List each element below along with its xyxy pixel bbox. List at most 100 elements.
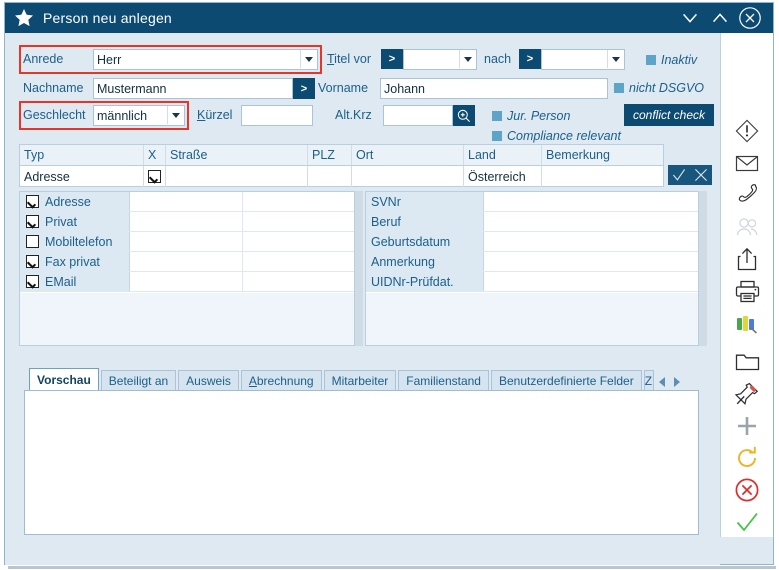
anrede-combo[interactable] xyxy=(93,49,318,70)
col-plz: PLZ xyxy=(308,145,352,166)
conflict-check-button[interactable]: conflict check xyxy=(624,104,715,126)
folder-icon[interactable] xyxy=(727,346,767,378)
chevron-down-icon[interactable] xyxy=(300,50,317,68)
contact-value1[interactable] xyxy=(130,232,243,251)
detail-value[interactable] xyxy=(484,272,698,291)
compliance-relevant-checkbox[interactable]: Compliance relevant xyxy=(492,129,621,143)
users-icon[interactable] xyxy=(727,211,767,243)
contact-value2[interactable] xyxy=(243,192,354,211)
nach-button[interactable]: > xyxy=(519,49,541,69)
detail-label: Geburtsdatum xyxy=(366,232,484,251)
list-item[interactable]: Privat xyxy=(20,212,354,232)
jur-person-label: Jur. Person xyxy=(507,109,571,123)
cell-land[interactable]: Österreich xyxy=(464,166,542,187)
alt-krz-input[interactable] xyxy=(383,105,453,126)
list-item[interactable]: Geburtsdatum xyxy=(366,232,698,252)
magnifier-icon[interactable] xyxy=(453,105,475,126)
plus-icon[interactable] xyxy=(727,410,767,442)
contact-value1[interactable] xyxy=(130,212,243,231)
contacts-panel: Adresse Privat Mobiltelefon Fax privat E… xyxy=(19,191,355,346)
contacts-scrollbar[interactable] xyxy=(355,191,363,346)
kuerzel-input[interactable] xyxy=(241,105,313,126)
list-item[interactable]: SVNr xyxy=(366,192,698,212)
nachname-input[interactable] xyxy=(93,78,293,99)
col-x: X xyxy=(144,145,166,166)
tab-overflow-clipped[interactable]: Z xyxy=(643,370,654,390)
list-item[interactable]: UIDNr-Prüfdat. xyxy=(366,272,698,292)
detail-value[interactable] xyxy=(484,192,698,211)
chevron-right-icon[interactable] xyxy=(671,374,684,390)
anrede-input[interactable] xyxy=(93,49,318,70)
tab-familienstand[interactable]: Familienstand xyxy=(398,370,489,390)
contact-value1[interactable] xyxy=(130,272,243,291)
contact-value2[interactable] xyxy=(243,232,354,251)
tab-benutzerdefinierte-felder[interactable]: Benutzerdefinierte Felder xyxy=(490,370,642,390)
pin-icon[interactable] xyxy=(727,378,767,410)
inaktiv-checkbox[interactable]: Inaktiv xyxy=(646,53,697,67)
tab-mitarbeiter[interactable]: Mitarbeiter xyxy=(323,370,397,390)
checkbox-square-icon xyxy=(614,83,624,93)
maximize-icon[interactable] xyxy=(707,5,733,31)
share-export-icon[interactable] xyxy=(727,243,767,275)
details-scrollbar[interactable] xyxy=(699,191,707,346)
preview-pane[interactable] xyxy=(24,390,699,535)
printer-icon[interactable] xyxy=(727,275,767,307)
cell-x[interactable] xyxy=(144,166,166,187)
chevron-down-icon[interactable] xyxy=(607,50,624,68)
cell-plz[interactable] xyxy=(308,166,352,187)
tab-vorschau[interactable]: Vorschau xyxy=(29,368,99,390)
contact-value1[interactable] xyxy=(130,252,243,271)
chevron-left-icon[interactable] xyxy=(656,374,669,390)
mail-icon[interactable] xyxy=(727,147,767,179)
detail-value[interactable] xyxy=(484,232,698,251)
geschlecht-combo[interactable] xyxy=(93,105,185,126)
contact-value2[interactable] xyxy=(243,252,354,271)
tab-beteiligt-an[interactable]: Beteiligt an xyxy=(100,370,177,390)
check-icon[interactable] xyxy=(668,165,690,185)
tab-ausweis[interactable]: Ausweis xyxy=(178,370,239,390)
cell-bemerkung[interactable] xyxy=(542,166,663,187)
checkbox-square-icon xyxy=(492,131,502,141)
info-warning-icon[interactable] xyxy=(727,115,767,147)
detail-value[interactable] xyxy=(484,212,698,231)
chevron-down-icon[interactable] xyxy=(459,50,476,68)
cell-typ: Adresse xyxy=(20,166,144,187)
minimize-icon[interactable] xyxy=(677,5,703,31)
vorname-input[interactable] xyxy=(380,78,608,99)
checkbox-icon[interactable] xyxy=(26,215,39,228)
contact-value2[interactable] xyxy=(243,272,354,291)
x-icon[interactable] xyxy=(690,165,712,185)
cell-ort[interactable] xyxy=(352,166,464,187)
cell-strasse[interactable] xyxy=(166,166,308,187)
checkbox-icon[interactable] xyxy=(148,170,161,183)
nicht-dsgvo-checkbox[interactable]: nicht DSGVO xyxy=(614,81,704,95)
nachname-label: Nachname xyxy=(23,81,84,95)
table-row[interactable]: Adresse Österreich xyxy=(20,166,663,187)
list-item[interactable]: Fax privat xyxy=(20,252,354,272)
list-item[interactable]: Beruf xyxy=(366,212,698,232)
close-icon[interactable] xyxy=(737,5,763,31)
jur-person-checkbox[interactable]: Jur. Person xyxy=(492,109,570,123)
checkbox-icon[interactable] xyxy=(26,255,39,268)
titel-vor-button[interactable]: > xyxy=(381,49,403,69)
confirm-icon[interactable] xyxy=(727,506,767,538)
nach-combo[interactable] xyxy=(541,49,625,70)
detail-value[interactable] xyxy=(484,252,698,271)
tab-abrechnung[interactable]: Abrechnung xyxy=(240,370,322,390)
checkbox-icon[interactable] xyxy=(26,235,39,248)
titel-vor-combo[interactable] xyxy=(403,49,477,70)
checkbox-icon[interactable] xyxy=(26,275,39,288)
phone-icon[interactable] xyxy=(727,179,767,211)
refresh-icon[interactable] xyxy=(727,442,767,474)
nachname-lookup-button[interactable]: > xyxy=(293,78,315,99)
list-item[interactable]: Mobiltelefon xyxy=(20,232,354,252)
colors-icon[interactable] xyxy=(727,307,767,339)
cancel-icon[interactable] xyxy=(727,474,767,506)
list-item[interactable]: Adresse xyxy=(20,192,354,212)
list-item[interactable]: EMail xyxy=(20,272,354,292)
list-item[interactable]: Anmerkung xyxy=(366,252,698,272)
chevron-down-icon[interactable] xyxy=(167,106,184,124)
contact-value2[interactable] xyxy=(243,212,354,231)
checkbox-icon[interactable] xyxy=(26,195,39,208)
contact-value1[interactable] xyxy=(130,192,243,211)
